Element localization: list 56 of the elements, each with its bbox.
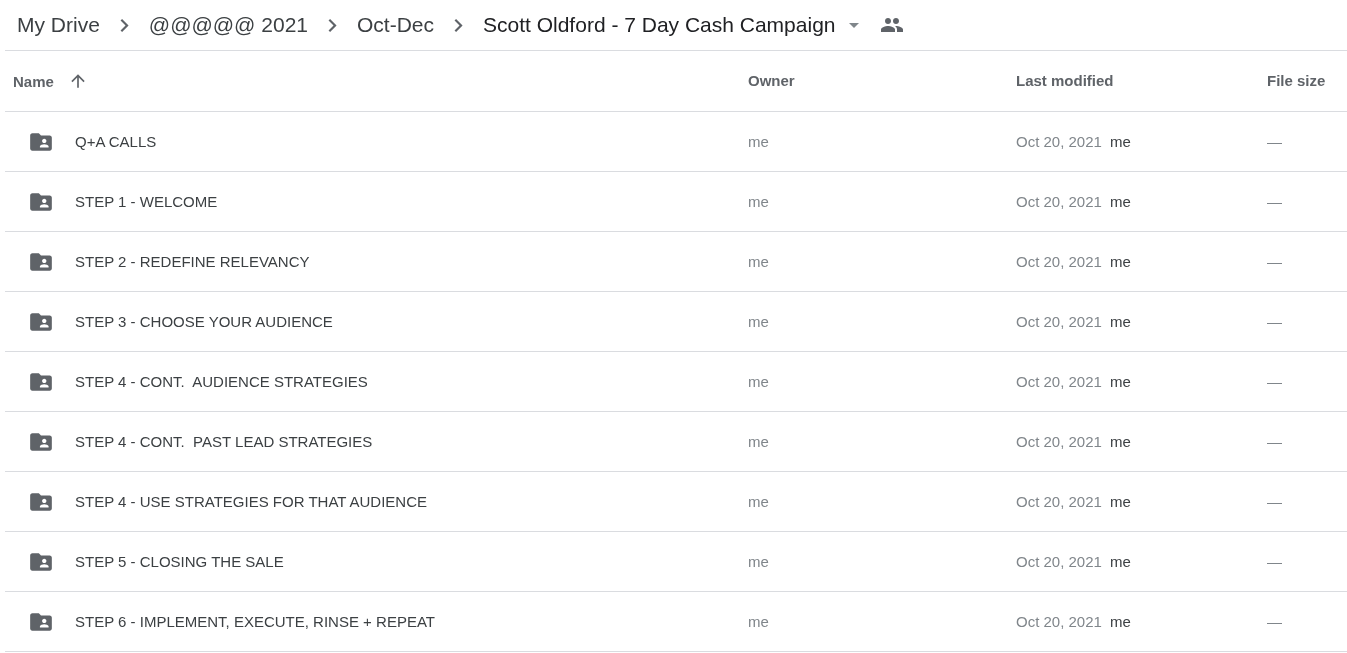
modified-by: me	[1109, 313, 1131, 330]
modified-date: Oct 20, 2021	[1016, 313, 1102, 330]
file-name[interactable]: STEP 4 - CONT. AUDIENCE STRATEGIES	[75, 373, 368, 390]
file-name[interactable]: STEP 6 - IMPLEMENT, EXECUTE, RINSE + REPEAT	[75, 613, 435, 630]
owner-cell: me	[748, 132, 769, 150]
file-size-cell: —	[1267, 252, 1282, 270]
owner-cell: me	[748, 192, 769, 210]
modified-date: Oct 20, 2021	[1016, 493, 1102, 510]
modified-date: Oct 20, 2021	[1016, 253, 1102, 270]
modified-by: me	[1109, 373, 1131, 390]
modified-date: Oct 20, 2021	[1016, 613, 1102, 630]
modified-date: Oct 20, 2021	[1016, 373, 1102, 390]
file-size-cell: —	[1267, 192, 1282, 210]
owner-cell: me	[748, 492, 769, 510]
modified-by: me	[1109, 193, 1131, 210]
modified-by: me	[1109, 253, 1131, 270]
file-name[interactable]: STEP 1 - WELCOME	[75, 193, 218, 210]
file-size-cell: —	[1267, 132, 1282, 150]
modified-by: me	[1109, 493, 1131, 510]
breadcrumb-item[interactable]: Scott Oldford - 7 Day Cash Campaign	[483, 9, 836, 41]
owner-cell: me	[748, 252, 769, 270]
modified-by: me	[1109, 553, 1131, 570]
column-header[interactable]: File size	[1267, 72, 1326, 89]
owner-cell: me	[748, 552, 769, 570]
chevron-right-icon	[119, 18, 129, 32]
modified-by: me	[1109, 613, 1131, 630]
breadcrumb-item[interactable]: Oct-Dec	[357, 9, 434, 41]
file-size-cell: —	[1267, 612, 1282, 630]
owner-cell: me	[748, 372, 769, 390]
modified-by: me	[1109, 433, 1131, 450]
file-name[interactable]: STEP 2 - REDEFINE RELEVANCY	[75, 253, 310, 270]
breadcrumb-item[interactable]: My Drive	[17, 9, 100, 41]
file-size-cell: —	[1267, 432, 1282, 450]
file-size-cell: —	[1267, 372, 1282, 390]
file-size-cell: —	[1267, 312, 1282, 330]
chevron-right-icon	[454, 18, 463, 32]
chevron-right-icon	[328, 18, 337, 32]
modified-date: Oct 20, 2021	[1016, 553, 1102, 570]
column-header[interactable]: Name	[13, 72, 54, 90]
modified-date: Oct 20, 2021	[1016, 193, 1102, 210]
file-size-cell: —	[1267, 552, 1282, 570]
owner-cell: me	[748, 432, 769, 450]
owner-cell: me	[748, 612, 769, 630]
modified-date: Oct 20, 2021	[1016, 133, 1102, 150]
modified-date: Oct 20, 2021	[1016, 433, 1102, 450]
file-name[interactable]: STEP 5 - CLOSING THE SALE	[75, 553, 284, 570]
owner-cell: me	[748, 312, 769, 330]
column-header[interactable]: Owner	[748, 72, 795, 89]
column-header[interactable]: Last modified	[1016, 72, 1114, 89]
file-size-cell: —	[1267, 492, 1282, 510]
file-name[interactable]: STEP 3 - CHOOSE YOUR AUDIENCE	[75, 313, 333, 330]
file-name[interactable]: Q+A CALLS	[75, 133, 157, 150]
breadcrumb-item[interactable]: @@@@@ 2021	[148, 9, 308, 41]
file-name[interactable]: STEP 4 - CONT. PAST LEAD STRATEGIES	[75, 433, 373, 450]
modified-by: me	[1109, 133, 1131, 150]
file-name[interactable]: STEP 4 - USE STRATEGIES FOR THAT AUDIENCE	[75, 493, 428, 510]
